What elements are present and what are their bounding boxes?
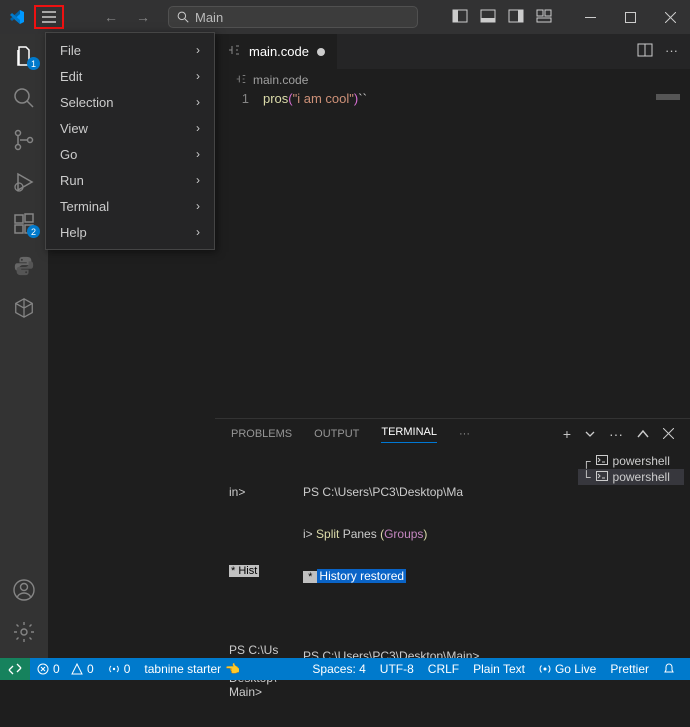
- branch-icon: └: [582, 470, 591, 484]
- extensions-icon[interactable]: 2: [10, 212, 38, 236]
- encoding-status[interactable]: UTF-8: [373, 662, 421, 676]
- chevron-right-icon: ›: [196, 147, 200, 161]
- terminal-pane-1[interactable]: in> * Hist PS C:\Us ers\PC3\ Desktop\ Ma…: [215, 449, 295, 658]
- chevron-right-icon: ›: [196, 225, 200, 239]
- python-env-icon[interactable]: [10, 254, 38, 278]
- go-live-button[interactable]: Go Live: [532, 662, 603, 676]
- cube-icon[interactable]: [10, 296, 38, 320]
- chevron-right-icon: ›: [196, 199, 200, 213]
- broadcast-icon: [539, 663, 551, 675]
- bottom-panel: PROBLEMS OUTPUT TERMINAL ··· + ··· in> *…: [215, 418, 690, 658]
- nav-forward-button[interactable]: →: [136, 9, 150, 25]
- more-actions-icon[interactable]: ···: [665, 43, 678, 60]
- chevron-right-icon: ›: [196, 43, 200, 57]
- remote-button[interactable]: [0, 658, 30, 680]
- tabnine-status[interactable]: tabnine starter 👈: [137, 662, 247, 676]
- maximize-panel-icon[interactable]: [637, 426, 649, 442]
- terminal-icon: [596, 470, 608, 484]
- notifications-icon[interactable]: [656, 662, 682, 676]
- menu-item-help[interactable]: Help›: [46, 219, 214, 245]
- terminal-tree-row[interactable]: ┌powershell: [578, 453, 684, 469]
- toggle-primary-sidebar-icon[interactable]: [452, 9, 468, 26]
- code-editor[interactable]: 1 pros("i am cool")``: [215, 91, 690, 418]
- toggle-secondary-sidebar-icon[interactable]: [508, 9, 524, 26]
- warning-icon: [71, 663, 83, 675]
- menu-item-terminal[interactable]: Terminal›: [46, 193, 214, 219]
- chevron-right-icon: ›: [196, 69, 200, 83]
- error-icon: [37, 663, 49, 675]
- language-mode-status[interactable]: Plain Text: [466, 662, 532, 676]
- editor-tab-bar: main.code ···: [215, 34, 690, 69]
- extensions-badge: 2: [27, 225, 40, 238]
- branch-icon: ┌: [582, 454, 591, 468]
- chevron-right-icon: ›: [196, 173, 200, 187]
- menu-item-file[interactable]: File›: [46, 37, 214, 63]
- application-menu: File› Edit› Selection› View› Go› Run› Te…: [45, 32, 215, 250]
- toggle-panel-icon[interactable]: [480, 9, 496, 26]
- problems-status[interactable]: 0 0: [30, 662, 101, 676]
- terminal-dropdown-icon[interactable]: [585, 426, 595, 442]
- code-line[interactable]: pros("i am cool")``: [263, 91, 367, 106]
- panel-tabs: PROBLEMS OUTPUT TERMINAL ··· + ···: [215, 419, 690, 449]
- new-terminal-button[interactable]: +: [563, 426, 571, 442]
- tab-filename: main.code: [249, 44, 309, 59]
- minimap[interactable]: [656, 94, 680, 100]
- menu-item-run[interactable]: Run›: [46, 167, 214, 193]
- prettier-status[interactable]: Prettier: [603, 662, 656, 676]
- title-bar: ← → Main: [0, 0, 690, 34]
- terminal-tree-row[interactable]: └powershell: [578, 469, 684, 485]
- hamburger-menu-button[interactable]: [34, 5, 64, 29]
- terminal-pane-2[interactable]: PS C:\Users\PC3\Desktop\Ma i> Split Pane…: [295, 449, 578, 658]
- file-type-icon: [235, 73, 247, 88]
- ports-status[interactable]: 0: [101, 662, 138, 676]
- tab-output[interactable]: OUTPUT: [314, 428, 359, 440]
- maximize-button[interactable]: [610, 0, 650, 34]
- nav-back-button[interactable]: ←: [104, 9, 118, 25]
- editor-tab-main-code[interactable]: main.code: [215, 34, 337, 69]
- chevron-right-icon: ›: [196, 95, 200, 109]
- chevron-right-icon: ›: [196, 121, 200, 135]
- tab-problems[interactable]: PROBLEMS: [231, 428, 292, 440]
- eol-status[interactable]: CRLF: [421, 662, 466, 676]
- panel-more-icon[interactable]: ···: [609, 426, 623, 442]
- menu-item-selection[interactable]: Selection›: [46, 89, 214, 115]
- minimize-button[interactable]: [570, 0, 610, 34]
- settings-gear-icon[interactable]: [10, 620, 38, 644]
- customize-layout-icon[interactable]: [536, 9, 552, 26]
- indentation-status[interactable]: Spaces: 4: [305, 662, 372, 676]
- close-button[interactable]: [650, 0, 690, 34]
- close-panel-icon[interactable]: [663, 426, 674, 442]
- account-icon[interactable]: [10, 578, 38, 602]
- breadcrumb-segment: main.code: [253, 73, 308, 87]
- command-center[interactable]: Main: [168, 6, 418, 28]
- terminal-list: ┌powershell └powershell: [578, 449, 690, 658]
- explorer-icon[interactable]: 1: [10, 44, 38, 68]
- modified-dot-icon: [317, 48, 325, 56]
- vscode-logo: [0, 9, 34, 25]
- line-number: 1: [227, 91, 263, 106]
- menu-item-go[interactable]: Go›: [46, 141, 214, 167]
- source-control-icon[interactable]: [10, 128, 38, 152]
- radio-icon: [108, 663, 120, 675]
- search-text: Main: [195, 10, 223, 25]
- search-icon: [177, 11, 189, 23]
- activity-bar: 1 2: [0, 34, 48, 658]
- split-editor-icon[interactable]: [637, 43, 653, 60]
- explorer-badge: 1: [27, 57, 40, 70]
- more-views-icon[interactable]: ···: [459, 428, 470, 440]
- file-type-icon: [227, 43, 241, 60]
- menu-item-view[interactable]: View›: [46, 115, 214, 141]
- menu-item-edit[interactable]: Edit›: [46, 63, 214, 89]
- nav-arrows: ← →: [104, 9, 150, 25]
- breadcrumb[interactable]: main.code: [225, 69, 690, 91]
- run-debug-icon[interactable]: [10, 170, 38, 194]
- search-activity-icon[interactable]: [10, 86, 38, 110]
- tab-terminal[interactable]: TERMINAL: [381, 426, 437, 443]
- status-bar: 0 0 0 tabnine starter 👈 Spaces: 4 UTF-8 …: [0, 658, 690, 680]
- terminal-icon: [596, 454, 608, 468]
